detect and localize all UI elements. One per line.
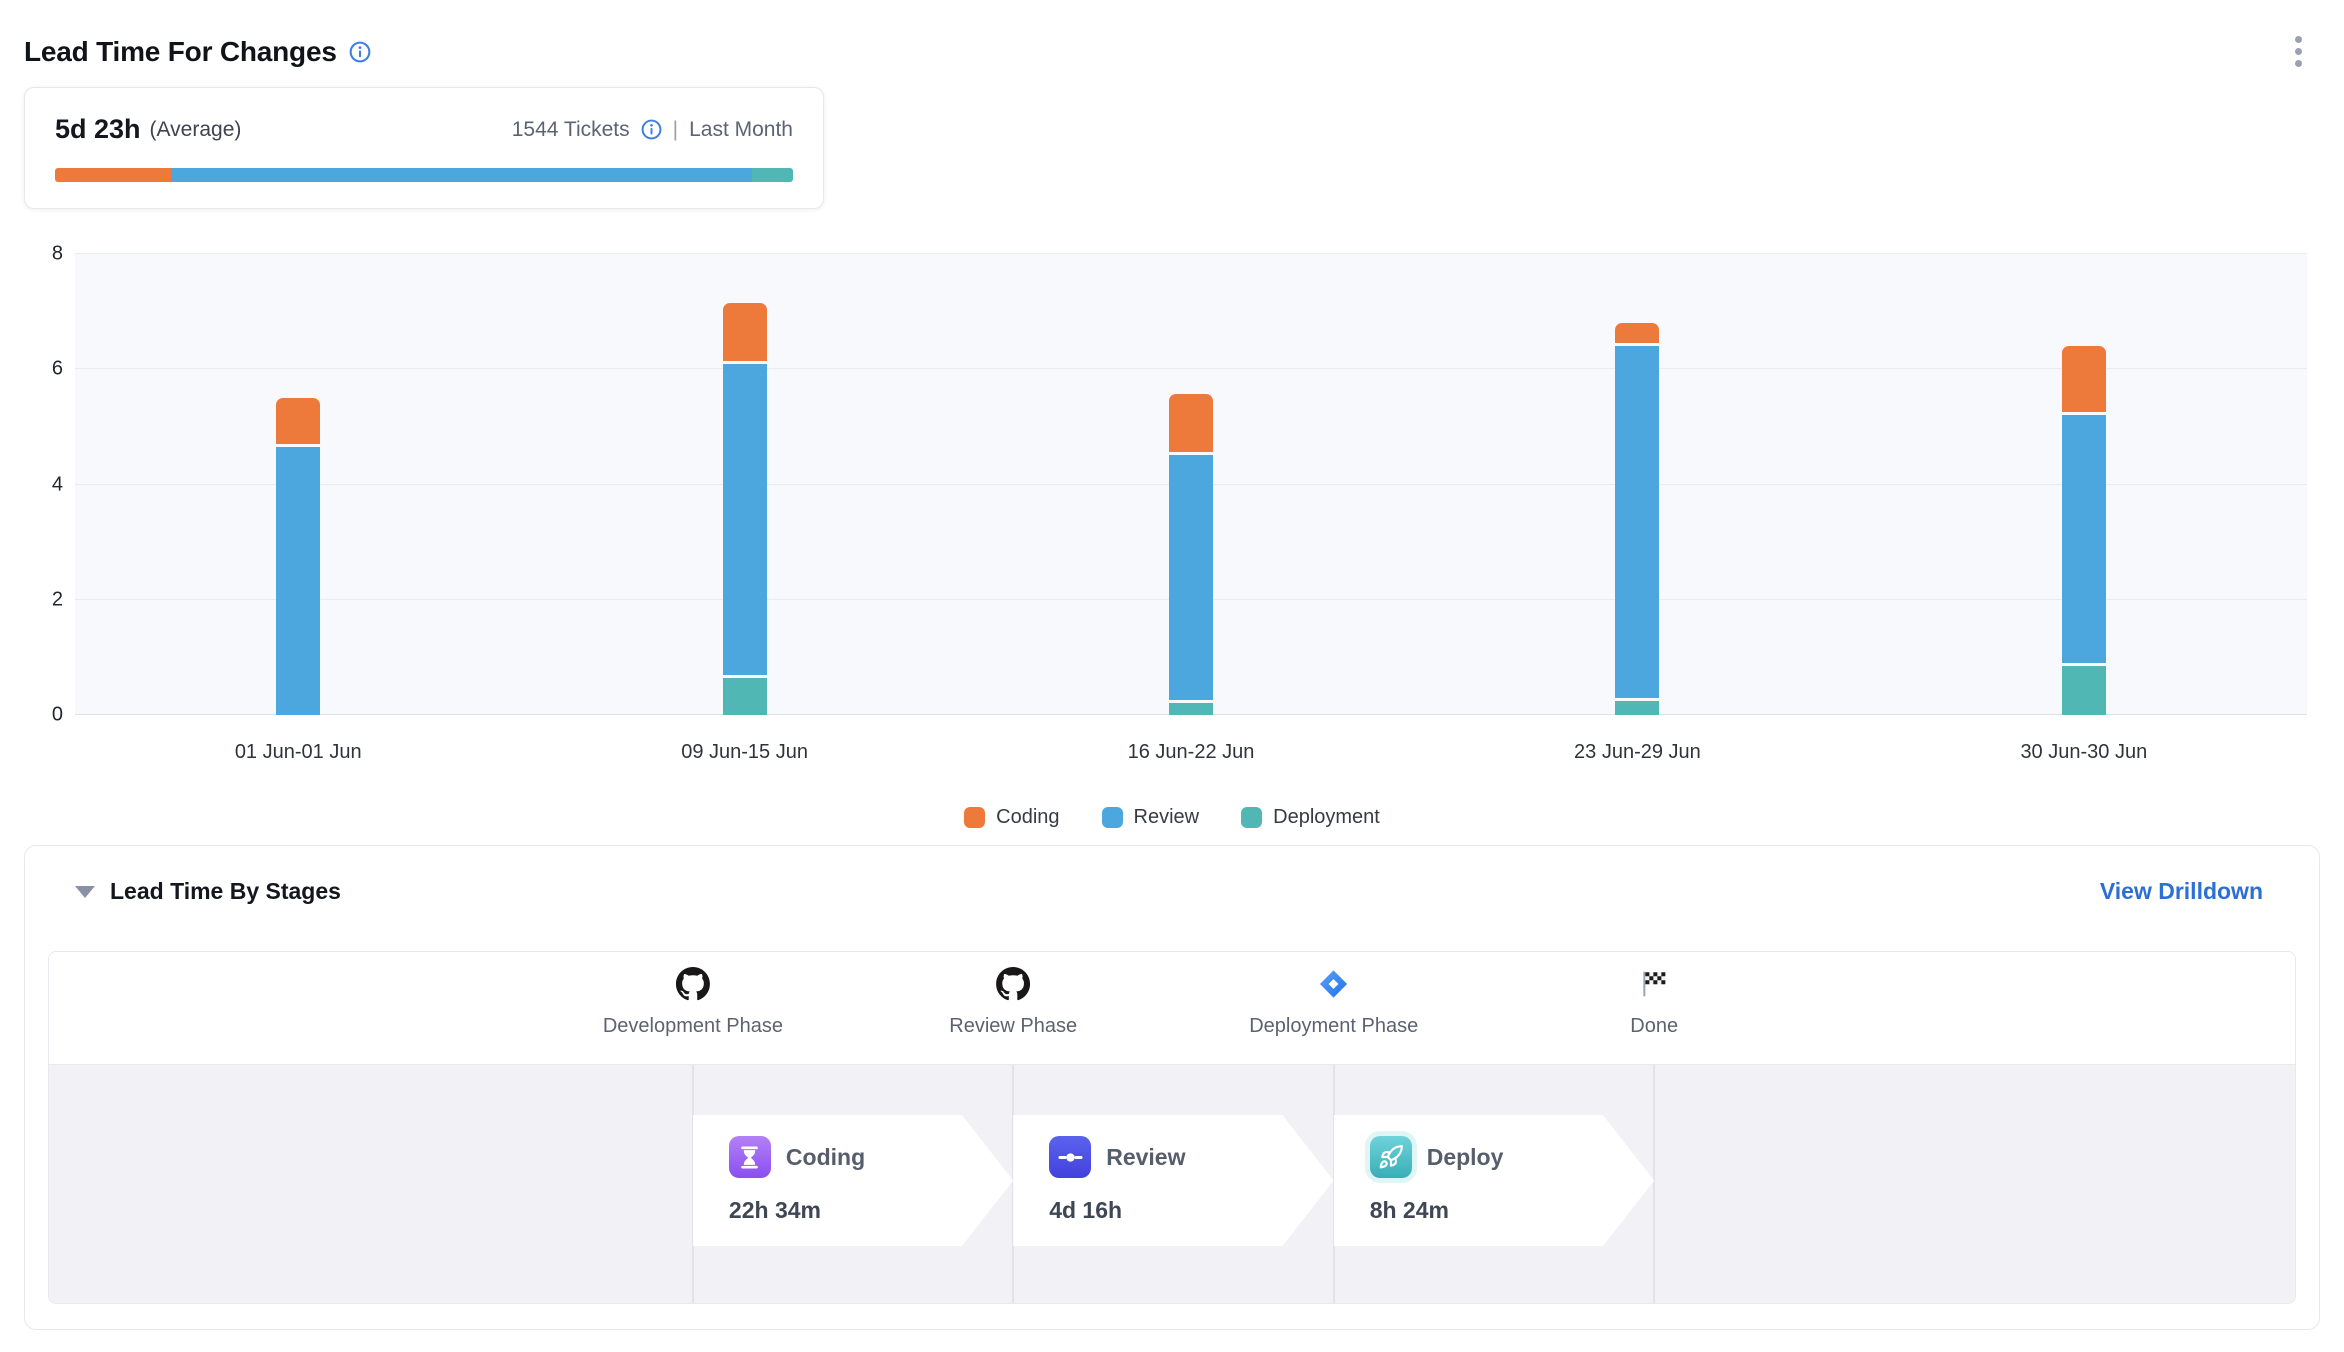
legend-swatch-icon: [1102, 807, 1123, 828]
chart-x-axis: 01 Jun-01 Jun09 Jun-15 Jun16 Jun-22 Jun2…: [75, 741, 2307, 764]
jira-diamond-icon: [1318, 966, 1350, 1002]
stage-card-header-row: Review: [1049, 1136, 1334, 1178]
bar-segment-deployment[interactable]: [1615, 701, 1659, 715]
kebab-menu-icon[interactable]: [2289, 30, 2308, 73]
average-value: 5d 23h: [55, 114, 141, 145]
stage-label: Coding: [786, 1144, 865, 1171]
bar-column: [1414, 254, 1860, 715]
separator: |: [673, 118, 678, 142]
checkered-flag-icon: [1639, 966, 1669, 1002]
collapse-caret-icon[interactable]: [75, 886, 95, 898]
bar-segment-review[interactable]: [1169, 455, 1213, 700]
bar-segment-coding[interactable]: [276, 398, 320, 444]
legend-item-coding[interactable]: Coding: [964, 806, 1059, 829]
legend-label: Coding: [996, 806, 1059, 829]
distribution-segment-coding: [55, 168, 171, 182]
bar-segment-review[interactable]: [1615, 346, 1659, 698]
x-axis-tick-label: 23 Jun-29 Jun: [1414, 741, 1860, 764]
bar-segment-deployment[interactable]: [1169, 703, 1213, 715]
title-info-icon[interactable]: [349, 41, 371, 63]
chart-plot-area: 02468: [75, 254, 2307, 715]
milestone-label: Deployment Phase: [1249, 1015, 1418, 1038]
page-title: Lead Time For Changes: [24, 36, 337, 68]
legend-item-review[interactable]: Review: [1102, 806, 1200, 829]
stacked-bar[interactable]: [1615, 323, 1659, 715]
legend-swatch-icon: [964, 807, 985, 828]
chart-legend: Coding Review Deployment: [0, 806, 2344, 829]
average-distribution-bar: [55, 168, 793, 182]
stacked-bar[interactable]: [2062, 346, 2106, 715]
bar-segment-coding[interactable]: [1615, 323, 1659, 343]
distribution-segment-review: [171, 168, 752, 182]
bar-segment-deployment[interactable]: [723, 678, 767, 715]
y-axis-tick-label: 6: [27, 358, 63, 381]
stage-card-deploy[interactable]: Deploy 8h 24m: [1334, 1115, 1655, 1246]
stage-card-coding[interactable]: Coding 22h 34m: [693, 1115, 1013, 1246]
legend-label: Deployment: [1273, 806, 1380, 829]
bar-column: [968, 254, 1414, 715]
milestone-done: Done: [1630, 966, 1678, 1038]
stage-card-header-row: Coding: [729, 1136, 1013, 1178]
stages-table-header: Development Phase Review Phase Deployment …: [49, 952, 2295, 1064]
stage-card-header-row: Deploy: [1370, 1136, 1655, 1178]
bar-segment-review[interactable]: [723, 364, 767, 675]
stage-duration: 4d 16h: [1049, 1197, 1334, 1224]
milestone-development-phase: Development Phase: [603, 966, 783, 1038]
milestone-label: Done: [1630, 1015, 1678, 1038]
average-label: (Average): [150, 118, 242, 142]
x-axis-tick-label: 09 Jun-15 Jun: [521, 741, 967, 764]
stages-table-body: Coding 22h 34m Review 4d 16h Deploy 8h 24m: [49, 1064, 2295, 1304]
stage-duration: 8h 24m: [1370, 1197, 1655, 1224]
bars-layer: [75, 254, 2307, 715]
milestone-label: Development Phase: [603, 1015, 783, 1038]
x-axis-tick-label: 16 Jun-22 Jun: [968, 741, 1414, 764]
stage-label: Review: [1106, 1144, 1185, 1171]
column-divider: [1653, 1065, 1655, 1304]
y-axis-tick-label: 0: [27, 704, 63, 727]
legend-swatch-icon: [1241, 807, 1262, 828]
rocket-icon: [1370, 1136, 1412, 1178]
milestone-deployment-phase: Deployment Phase: [1249, 966, 1418, 1038]
y-axis-tick-label: 2: [27, 588, 63, 611]
milestone-review-phase: Review Phase: [949, 966, 1077, 1038]
stacked-bar[interactable]: [1169, 394, 1213, 715]
stage-card-review[interactable]: Review 4d 16h: [1013, 1115, 1334, 1246]
x-axis-tick-label: 30 Jun-30 Jun: [1861, 741, 2307, 764]
y-axis-tick-label: 8: [27, 243, 63, 266]
lead-time-chart: 02468 01 Jun-01 Jun09 Jun-15 Jun16 Jun-2…: [0, 254, 2344, 829]
bar-segment-review[interactable]: [276, 447, 320, 715]
bar-column: [521, 254, 967, 715]
commit-icon: [1049, 1136, 1091, 1178]
bar-segment-review[interactable]: [2062, 415, 2106, 663]
bar-segment-coding[interactable]: [1169, 394, 1213, 452]
average-summary-card: 5d 23h (Average) 1544 Tickets | Last Mon…: [24, 87, 824, 209]
legend-label: Review: [1134, 806, 1200, 829]
y-axis-tick-label: 4: [27, 473, 63, 496]
stages-table: Development Phase Review Phase Deployment …: [48, 951, 2296, 1304]
stage-label: Deploy: [1427, 1144, 1504, 1171]
distribution-segment-deployment: [752, 168, 793, 182]
bar-segment-coding[interactable]: [2062, 346, 2106, 412]
bar-column: [75, 254, 521, 715]
bar-segment-deployment[interactable]: [2062, 666, 2106, 715]
github-icon: [676, 966, 710, 1002]
stacked-bar[interactable]: [276, 398, 320, 715]
hourglass-icon: [729, 1136, 771, 1178]
tickets-info-icon[interactable]: [641, 119, 662, 140]
tickets-count: 1544 Tickets: [512, 118, 630, 142]
milestone-label: Review Phase: [949, 1015, 1077, 1038]
x-axis-tick-label: 01 Jun-01 Jun: [75, 741, 521, 764]
view-drilldown-link[interactable]: View Drilldown: [2100, 878, 2263, 905]
legend-item-deployment[interactable]: Deployment: [1241, 806, 1380, 829]
stacked-bar[interactable]: [723, 303, 767, 715]
bar-column: [1861, 254, 2307, 715]
github-icon: [996, 966, 1030, 1002]
stages-section-title: Lead Time By Stages: [110, 878, 341, 905]
bar-segment-coding[interactable]: [723, 303, 767, 361]
widget-header: Lead Time For Changes: [0, 0, 2344, 73]
lead-time-by-stages-section: Lead Time By Stages View Drilldown Devel…: [24, 845, 2320, 1330]
period-label: Last Month: [689, 118, 793, 142]
stage-duration: 22h 34m: [729, 1197, 1013, 1224]
